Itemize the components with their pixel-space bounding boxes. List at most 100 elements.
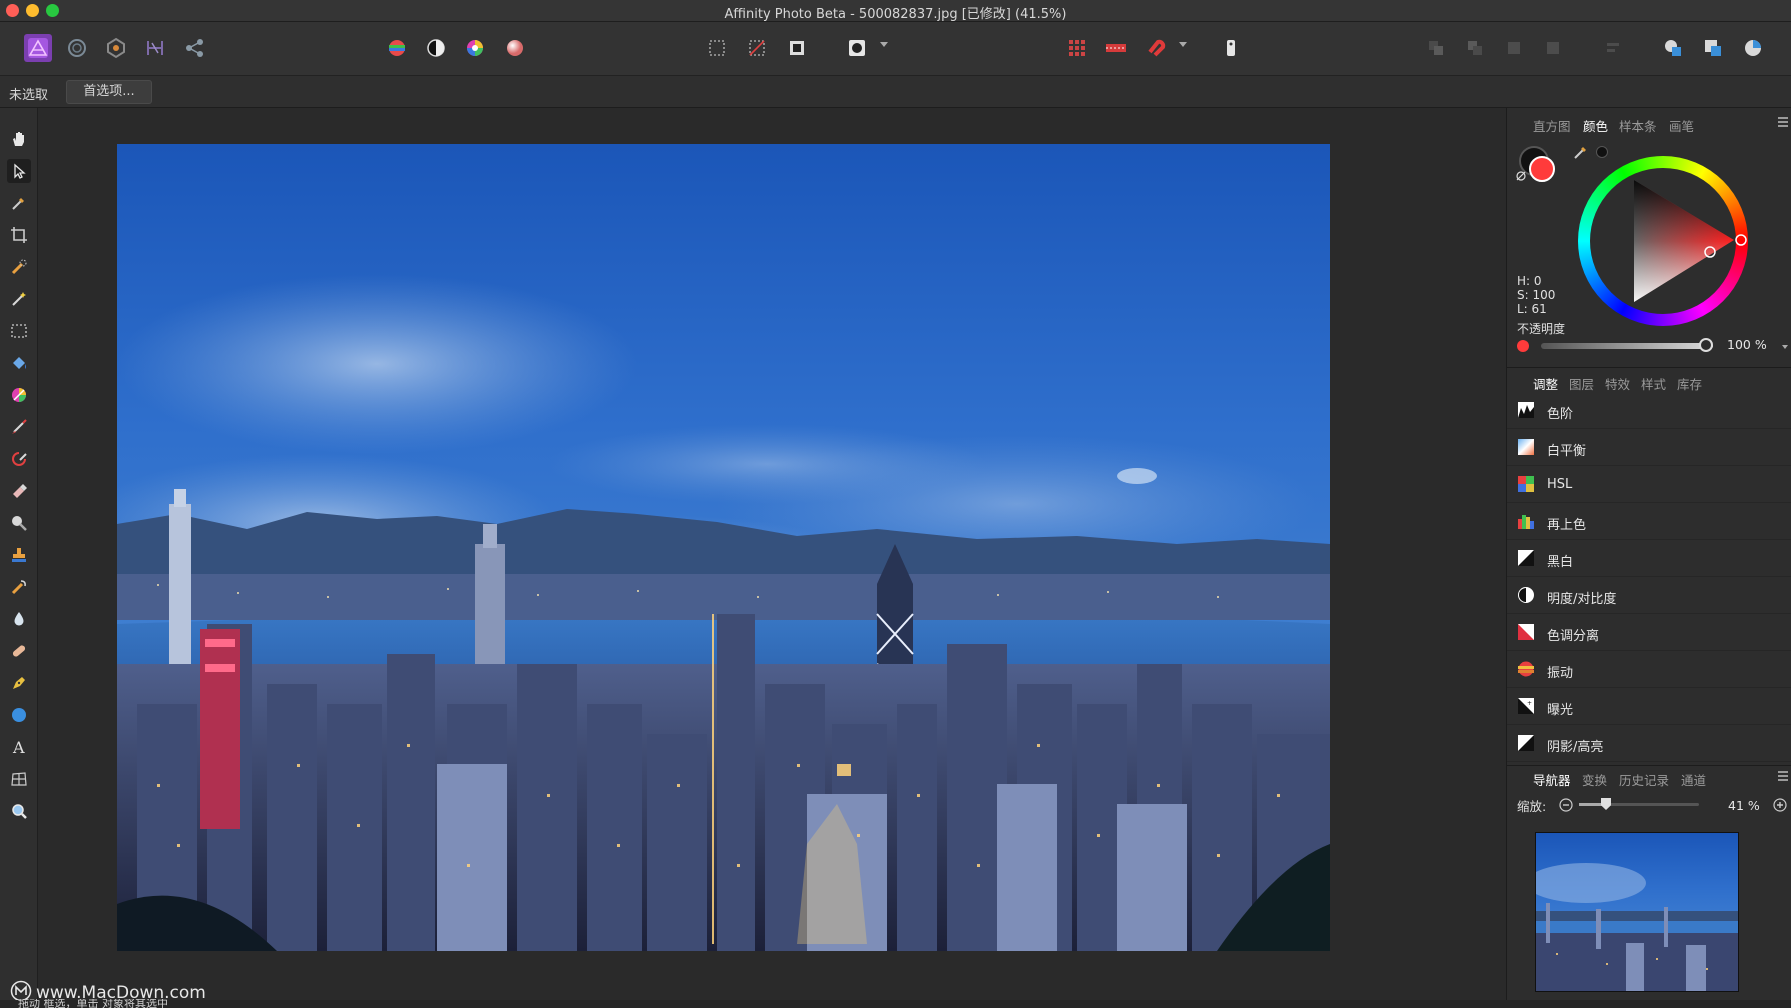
export-persona-button[interactable] bbox=[181, 34, 209, 62]
dodge-brush-tool[interactable] bbox=[7, 511, 31, 535]
subtract-boolean-button[interactable] bbox=[1699, 34, 1727, 62]
adjustment-item-recolor[interactable]: 再上色 bbox=[1507, 503, 1791, 540]
auto-white-balance-button[interactable] bbox=[501, 34, 529, 62]
opacity-slider-thumb[interactable] bbox=[1699, 338, 1713, 352]
color-panel-menu-icon[interactable] bbox=[1778, 117, 1788, 127]
levels-icon bbox=[1518, 402, 1534, 418]
pen-tool[interactable] bbox=[7, 671, 31, 695]
fill-color-swatch[interactable] bbox=[1529, 156, 1555, 182]
snapping-button[interactable] bbox=[1142, 34, 1170, 62]
assistant-button[interactable] bbox=[1217, 34, 1245, 62]
color-picker-tool[interactable] bbox=[7, 191, 31, 215]
zoom-slider-thumb[interactable] bbox=[1601, 798, 1611, 810]
move-forward-button[interactable] bbox=[1500, 34, 1528, 62]
move-back-button[interactable] bbox=[1422, 34, 1450, 62]
flood-select-tool[interactable] bbox=[7, 287, 31, 311]
zoom-value[interactable]: 41 % bbox=[1728, 798, 1760, 813]
blur-brush-tool[interactable] bbox=[7, 607, 31, 631]
zoom-slider[interactable] bbox=[1579, 798, 1699, 810]
tab-navigator[interactable]: 导航器 bbox=[1533, 770, 1571, 789]
tab-history[interactable]: 历史记录 bbox=[1619, 770, 1669, 789]
deselect-button[interactable] bbox=[743, 34, 771, 62]
develop-persona-button[interactable] bbox=[102, 34, 130, 62]
gradient-tool[interactable] bbox=[7, 383, 31, 407]
move-backward-button[interactable] bbox=[1461, 34, 1489, 62]
tone-mapping-persona-button[interactable] bbox=[141, 34, 169, 62]
grid-button[interactable] bbox=[1063, 34, 1091, 62]
auto-levels-button[interactable] bbox=[383, 34, 411, 62]
healing-brush-tool[interactable] bbox=[7, 575, 31, 599]
tab-styles[interactable]: 样式 bbox=[1641, 374, 1666, 393]
paint-brush-tool[interactable] bbox=[7, 415, 31, 439]
quick-mask-icon bbox=[849, 40, 865, 56]
white-balance-sphere-icon bbox=[507, 40, 523, 56]
guides-button[interactable] bbox=[1102, 34, 1130, 62]
zoom-out-icon[interactable] bbox=[1559, 798, 1573, 812]
boolean-intersect-icon bbox=[1745, 40, 1761, 56]
snapping-dropdown-icon[interactable] bbox=[1179, 42, 1187, 47]
navigator-thumbnail[interactable] bbox=[1535, 832, 1739, 992]
title-bar: Affinity Photo Beta - 500082837.jpg [已修改… bbox=[0, 0, 1791, 22]
adjustment-item-levels[interactable]: 色阶 bbox=[1507, 392, 1791, 429]
adjustment-item-brightness-contrast[interactable]: 明度/对比度 bbox=[1507, 577, 1791, 614]
lightness-value: L: 61 bbox=[1517, 302, 1547, 316]
intersect-boolean-button[interactable] bbox=[1739, 34, 1767, 62]
adjustment-item-shadows-highlights[interactable]: 阴影/高亮 bbox=[1507, 725, 1791, 762]
add-boolean-button[interactable] bbox=[1659, 34, 1687, 62]
quick-mask-button[interactable] bbox=[843, 34, 871, 62]
adjustment-item-posterize[interactable]: 色调分离 bbox=[1507, 614, 1791, 651]
tab-brushes[interactable]: 画笔 bbox=[1669, 116, 1694, 135]
inpainting-brush-tool[interactable] bbox=[7, 639, 31, 663]
crop-tool[interactable] bbox=[7, 223, 31, 247]
opacity-dropdown-icon[interactable] bbox=[1782, 345, 1788, 349]
auto-contrast-button[interactable] bbox=[422, 34, 450, 62]
hong-kong-night-skyline-photo[interactable] bbox=[117, 144, 1330, 951]
tab-color[interactable]: 颜色 bbox=[1583, 116, 1608, 135]
document-canvas[interactable] bbox=[38, 108, 1506, 1000]
liquify-persona-button[interactable] bbox=[63, 34, 91, 62]
mesh-warp-tool[interactable] bbox=[7, 767, 31, 791]
tab-stock[interactable]: 库存 bbox=[1677, 374, 1702, 393]
invert-selection-button[interactable] bbox=[783, 34, 811, 62]
tab-adjustments[interactable]: 调整 bbox=[1533, 374, 1558, 393]
quick-mask-dropdown-icon[interactable] bbox=[880, 42, 888, 47]
selection-brush-icon bbox=[11, 259, 27, 275]
ellipse-tool[interactable] bbox=[7, 703, 31, 727]
color-triangle[interactable] bbox=[1578, 156, 1748, 326]
tab-layers[interactable]: 图层 bbox=[1569, 374, 1594, 393]
erase-brush-tool[interactable] bbox=[7, 479, 31, 503]
preferences-button[interactable]: 首选项... bbox=[66, 80, 152, 104]
flood-fill-tool[interactable] bbox=[7, 351, 31, 375]
tab-histogram[interactable]: 直方图 bbox=[1533, 116, 1571, 135]
photo-persona-button[interactable] bbox=[24, 34, 52, 62]
opacity-slider[interactable] bbox=[1541, 338, 1713, 352]
color-wheel[interactable] bbox=[1578, 156, 1748, 326]
arrange-forward-icon bbox=[1508, 42, 1520, 54]
adjustment-item-white-balance[interactable]: 白平衡 bbox=[1507, 429, 1791, 466]
adjustment-item-exposure[interactable]: + 曝光 bbox=[1507, 688, 1791, 725]
adjustment-item-black-white[interactable]: 黑白 bbox=[1507, 540, 1791, 577]
tab-swatches[interactable]: 样本条 bbox=[1619, 116, 1657, 135]
text-tool[interactable]: A bbox=[7, 735, 31, 759]
affinity-photo-logo-icon bbox=[28, 38, 48, 58]
tab-effects[interactable]: 特效 bbox=[1605, 374, 1630, 393]
color-replacement-tool[interactable] bbox=[7, 447, 31, 471]
view-tool[interactable] bbox=[7, 127, 31, 151]
tab-transform[interactable]: 变换 bbox=[1582, 770, 1607, 789]
marquee-tool[interactable] bbox=[7, 319, 31, 343]
move-tool[interactable] bbox=[7, 159, 31, 183]
zoom-tool[interactable] bbox=[7, 799, 31, 823]
select-all-button[interactable] bbox=[703, 34, 731, 62]
move-front-button[interactable] bbox=[1539, 34, 1567, 62]
tab-channels[interactable]: 通道 bbox=[1681, 770, 1706, 789]
adjustment-item-vibrance[interactable]: 振动 bbox=[1507, 651, 1791, 688]
clone-brush-tool[interactable] bbox=[7, 543, 31, 567]
selection-brush-tool[interactable] bbox=[7, 255, 31, 279]
adjustment-item-hsl[interactable]: HSL bbox=[1507, 466, 1791, 503]
navigator-panel-menu-icon[interactable] bbox=[1778, 771, 1788, 781]
zoom-in-icon[interactable] bbox=[1773, 798, 1787, 812]
auto-colors-button[interactable] bbox=[461, 34, 489, 62]
navigator-preview-image bbox=[1536, 833, 1738, 991]
swap-colors-icon[interactable] bbox=[1515, 170, 1527, 182]
align-button[interactable] bbox=[1599, 34, 1627, 62]
